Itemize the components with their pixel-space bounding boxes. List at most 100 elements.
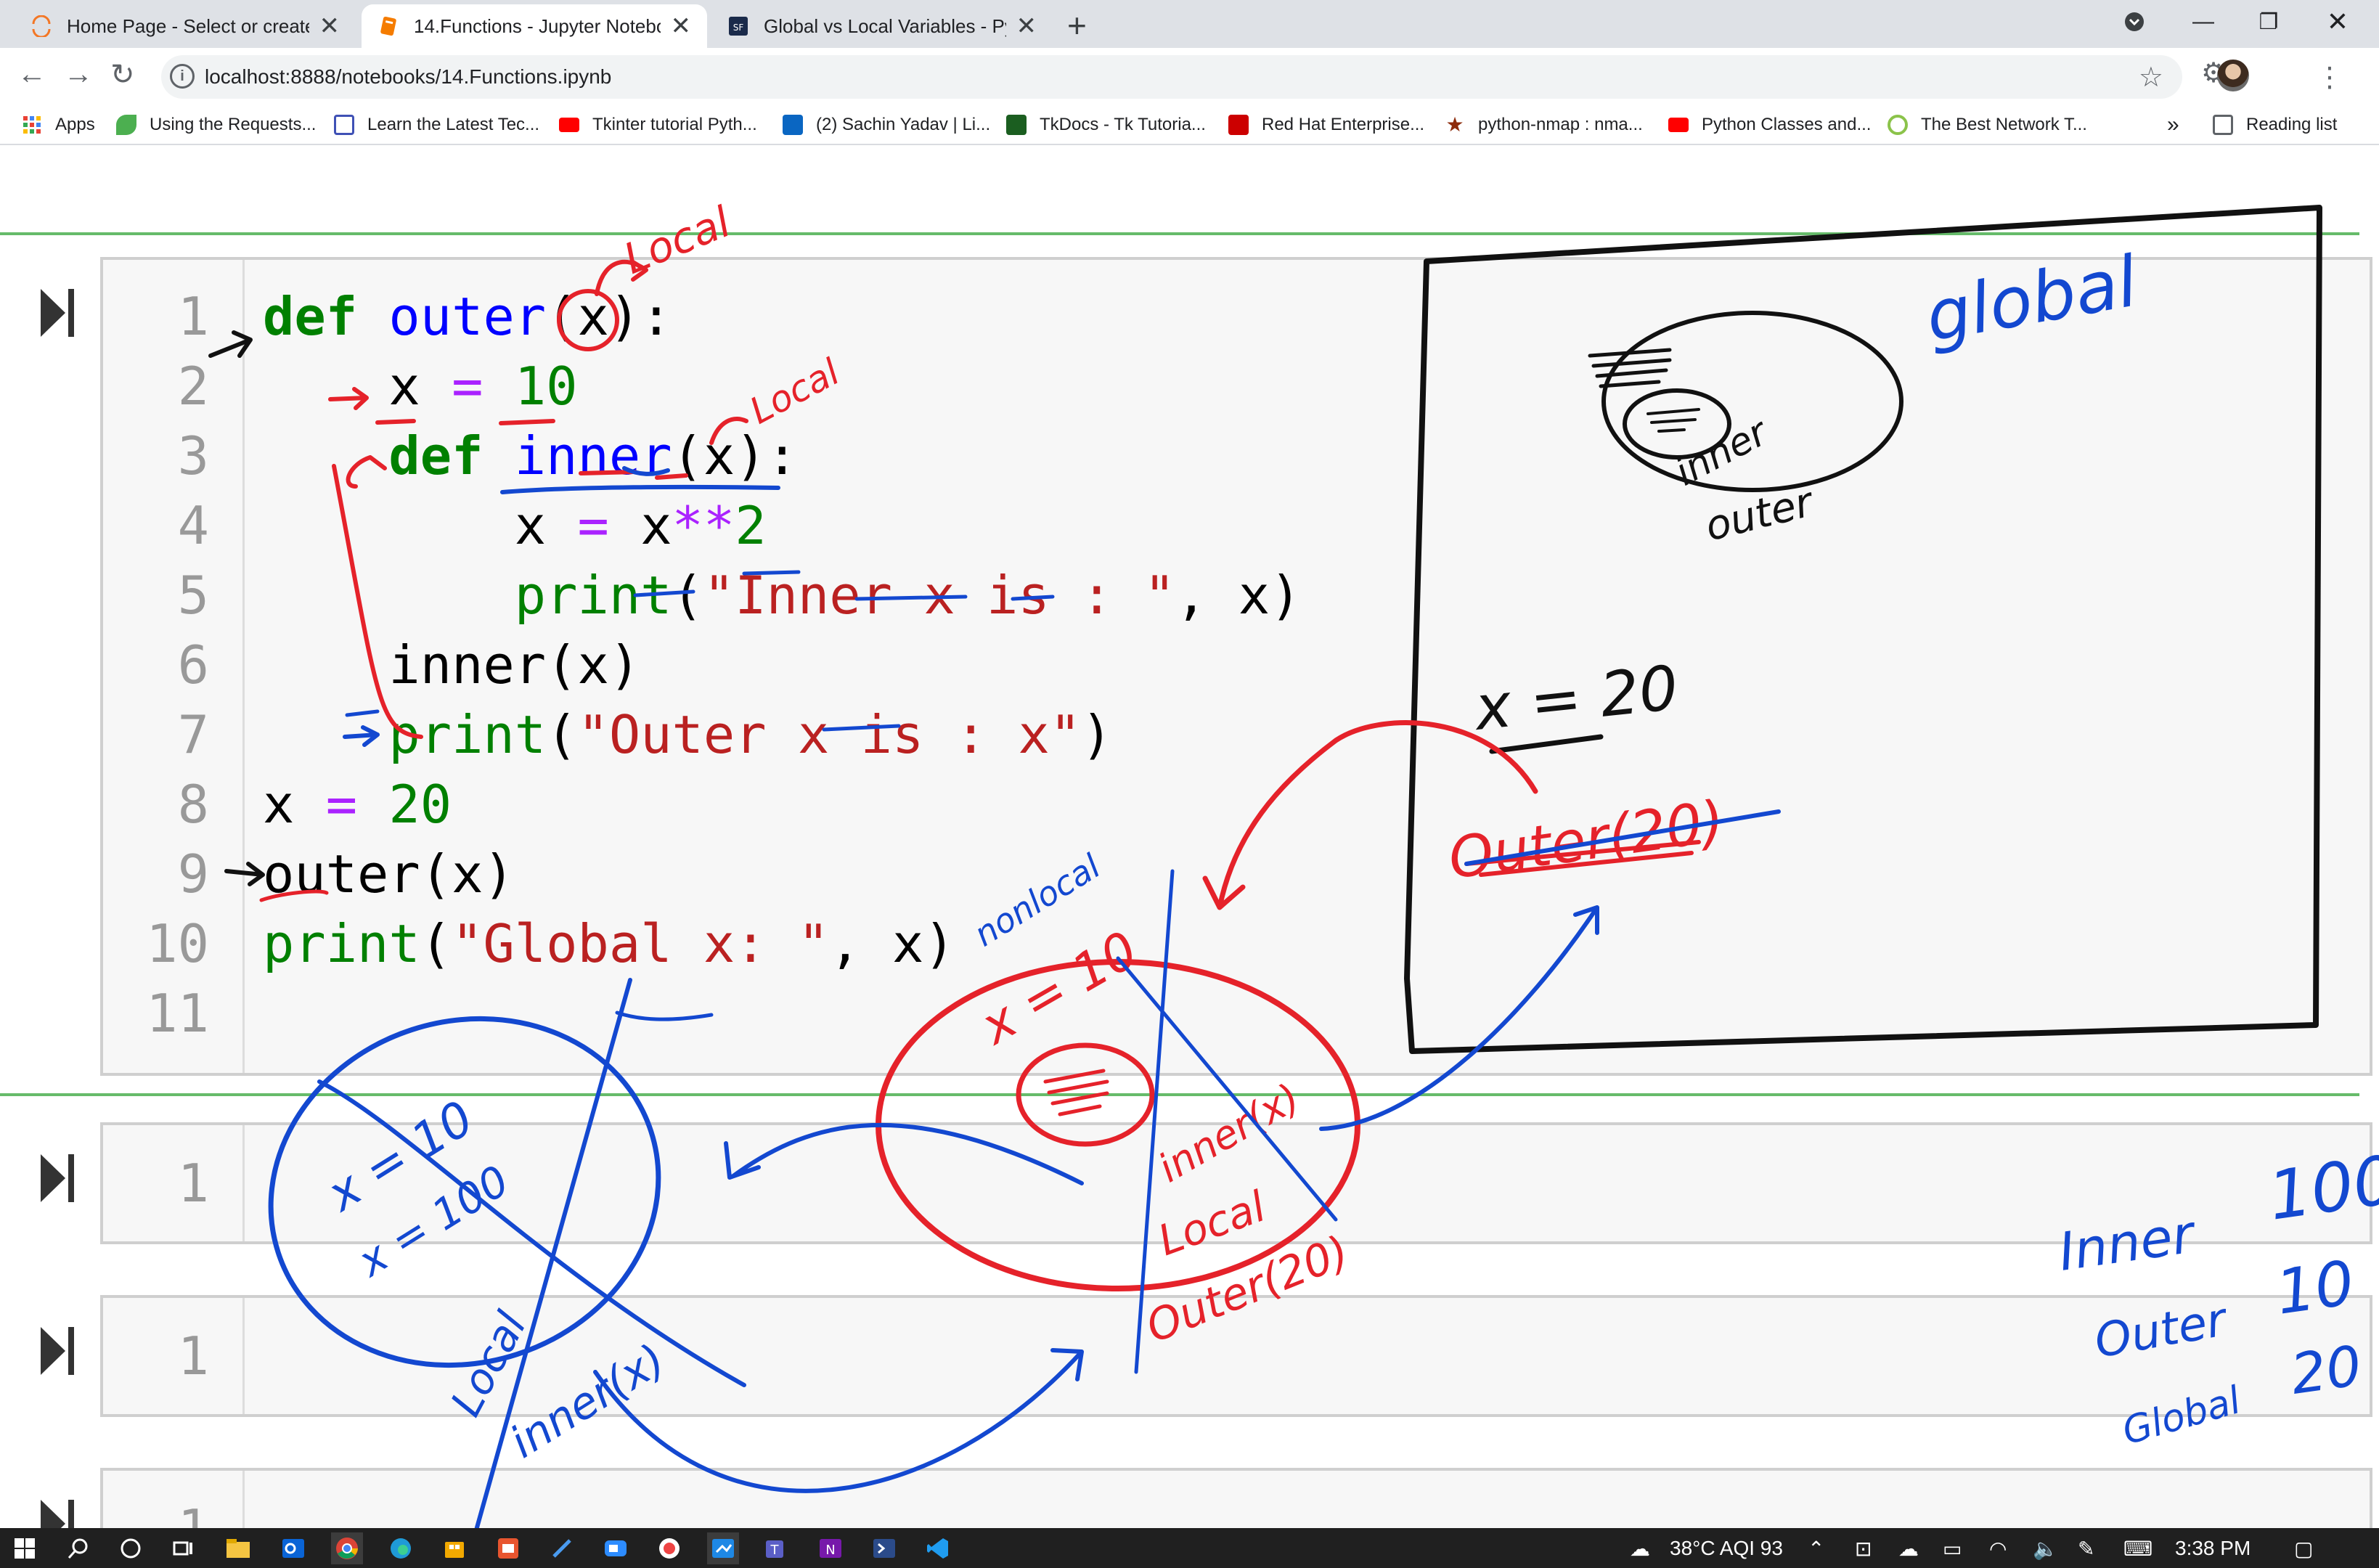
more-bookmarks-button[interactable]: » — [2167, 112, 2179, 138]
globe-app-icon[interactable] — [653, 1532, 685, 1564]
bookmark-apps[interactable]: Apps — [22, 112, 95, 138]
whiteboard-icon[interactable] — [707, 1532, 739, 1564]
weather-icon[interactable]: ☁ — [1630, 1537, 1650, 1561]
minimize-button[interactable]: — — [2171, 0, 2236, 44]
bookmark-redhat[interactable]: Red Hat Enterprise... — [1228, 112, 1424, 138]
notifications-icon[interactable]: ▢ — [2294, 1537, 2313, 1561]
close-tab-icon[interactable]: ✕ — [319, 12, 340, 41]
store-icon[interactable] — [438, 1532, 470, 1564]
bookmark-label: python-nmap : nma... — [1478, 115, 1643, 134]
bookmark-learn[interactable]: Learn the Latest Tec... — [334, 112, 539, 138]
site-info-icon[interactable]: i — [170, 64, 195, 89]
restore-button[interactable]: ❐ — [2236, 0, 2301, 44]
outlook-icon[interactable] — [277, 1532, 309, 1564]
vscode-icon[interactable] — [922, 1532, 954, 1564]
cortana-icon[interactable] — [115, 1532, 147, 1564]
onedrive-icon[interactable]: ☁ — [1898, 1537, 1919, 1561]
bookmark-nmap[interactable]: ★ python-nmap : nma... — [1445, 112, 1643, 138]
tab-title: Global vs Local Variables - Pytho — [764, 15, 1006, 37]
clock-time[interactable]: 3:38 PM — [2175, 1537, 2251, 1560]
arrow-to-local-2 — [709, 417, 748, 445]
search-icon[interactable] — [62, 1532, 94, 1564]
close-window-button[interactable]: ✕ — [2305, 0, 2370, 44]
weather-text[interactable]: 38°C AQI 93 — [1670, 1537, 1783, 1560]
app-icon[interactable] — [492, 1532, 524, 1564]
leaf-icon — [116, 115, 136, 135]
arrow-line-7 — [343, 725, 380, 747]
windows-start-icon[interactable] — [9, 1532, 41, 1564]
bookmark-tkinter[interactable]: Tkinter tutorial Pyth... — [559, 112, 757, 138]
annotation-local-param: Local — [617, 197, 738, 284]
close-tab-icon[interactable]: ✕ — [671, 12, 692, 41]
ink-annotations-layer: inner outer x = 20 Local Local Outer(20)… — [208, 197, 2379, 1528]
powershell-icon[interactable] — [868, 1532, 900, 1564]
bookmark-linkedin[interactable]: (2) Sachin Yadav | Li... — [783, 112, 990, 138]
reading-list-button[interactable]: Reading list — [2213, 112, 2337, 138]
reading-list-label: Reading list — [2246, 115, 2338, 134]
volume-icon[interactable]: 🔈 — [2033, 1537, 2058, 1561]
bookmark-python-classes[interactable]: Python Classes and... — [1668, 112, 1871, 138]
meet-icon[interactable]: ⊡ — [1855, 1537, 1872, 1561]
bookmark-label: Learn the Latest Tec... — [367, 115, 540, 134]
profile-avatar[interactable] — [2217, 60, 2249, 91]
address-bar[interactable]: i localhost:8888/notebooks/14.Functions.… — [161, 55, 2182, 99]
pen-tray-icon[interactable]: ✎ — [2078, 1537, 2094, 1561]
result-outer-label: Outer — [2091, 1293, 2232, 1369]
back-icon[interactable]: ← — [17, 58, 46, 91]
linkedin-icon — [783, 115, 803, 135]
underline-line-4 — [500, 484, 780, 494]
new-tab-button[interactable]: + — [1067, 6, 1087, 45]
task-view-icon[interactable] — [167, 1532, 199, 1564]
url-text[interactable]: localhost:8888/notebooks/14.Functions.ip… — [205, 65, 611, 89]
circle-param-x — [557, 289, 619, 351]
tab-notebook[interactable]: 14.Functions - Jupyter Notebook ✕ — [362, 4, 707, 48]
underline-inner-x — [622, 466, 670, 476]
site-icon — [334, 115, 354, 135]
bookmark-requests[interactable]: Using the Requests... — [116, 112, 316, 138]
bookmark-label: The Best Network T... — [1921, 115, 2087, 134]
bookmark-label: Red Hat Enterprise... — [1262, 115, 1425, 134]
bookmark-network[interactable]: The Best Network T... — [1888, 112, 2087, 138]
youtube-icon — [559, 118, 579, 132]
bookmark-label: Tkinter tutorial Pyth... — [592, 115, 757, 134]
result-global-value: 20 — [2287, 1333, 2365, 1407]
inner-call-scope-ellipse — [1016, 1042, 1155, 1147]
edge-icon[interactable] — [385, 1532, 417, 1564]
underlines — [375, 419, 688, 480]
menu-icon[interactable]: ⋮ — [2316, 61, 2343, 94]
file-explorer-icon[interactable] — [222, 1532, 254, 1564]
wifi-icon[interactable]: ◠ — [1989, 1537, 2007, 1561]
arrow-to-global — [1319, 905, 1599, 1131]
reload-icon[interactable]: ↻ — [110, 58, 135, 91]
keyboard-icon[interactable]: ⌨ — [2123, 1537, 2152, 1561]
annotation-global: global — [1920, 240, 2144, 357]
forward-icon[interactable]: → — [64, 58, 93, 91]
underlines — [345, 570, 1055, 1021]
notebook-icon — [380, 16, 396, 36]
onenote-icon[interactable]: N — [815, 1532, 846, 1564]
bookmark-tkdocs[interactable]: TkDocs - Tk Tutoria... — [1006, 112, 1206, 138]
apps-grid-icon — [23, 116, 41, 134]
result-inner-label: Inner — [2055, 1203, 2201, 1283]
annotation-outer-call: Outer(20) — [1445, 789, 1728, 892]
pen-icon[interactable] — [546, 1532, 578, 1564]
youtube-icon — [1668, 118, 1689, 132]
annotation-global-x: x = 20 — [1469, 652, 1681, 744]
bookmark-label: TkDocs - Tk Tutoria... — [1040, 115, 1206, 134]
tab-global-vs-local[interactable]: SF Global vs Local Variables - Pytho ✕ — [711, 4, 1053, 48]
arrow-line-9 — [224, 862, 265, 886]
chevron-up-icon[interactable]: ⌃ — [1808, 1537, 1824, 1561]
tab-home-page[interactable]: Home Page - Select or create a n ✕ — [15, 4, 356, 48]
close-tab-icon[interactable]: ✕ — [1016, 12, 1037, 41]
tab-search-icon[interactable] — [2102, 0, 2167, 44]
bookmark-star-icon[interactable]: ☆ — [2139, 61, 2163, 94]
outer-scope-ellipse — [1601, 311, 1903, 492]
zoom-icon[interactable] — [600, 1532, 632, 1564]
teams-icon[interactable]: T — [761, 1532, 793, 1564]
battery-icon[interactable]: ▭ — [1943, 1537, 1962, 1561]
chrome-icon[interactable] — [331, 1532, 363, 1564]
reading-list-icon — [2213, 115, 2233, 135]
svg-text:T: T — [770, 1543, 780, 1558]
tk-icon — [1006, 115, 1027, 135]
underline-outer-call — [259, 889, 329, 902]
